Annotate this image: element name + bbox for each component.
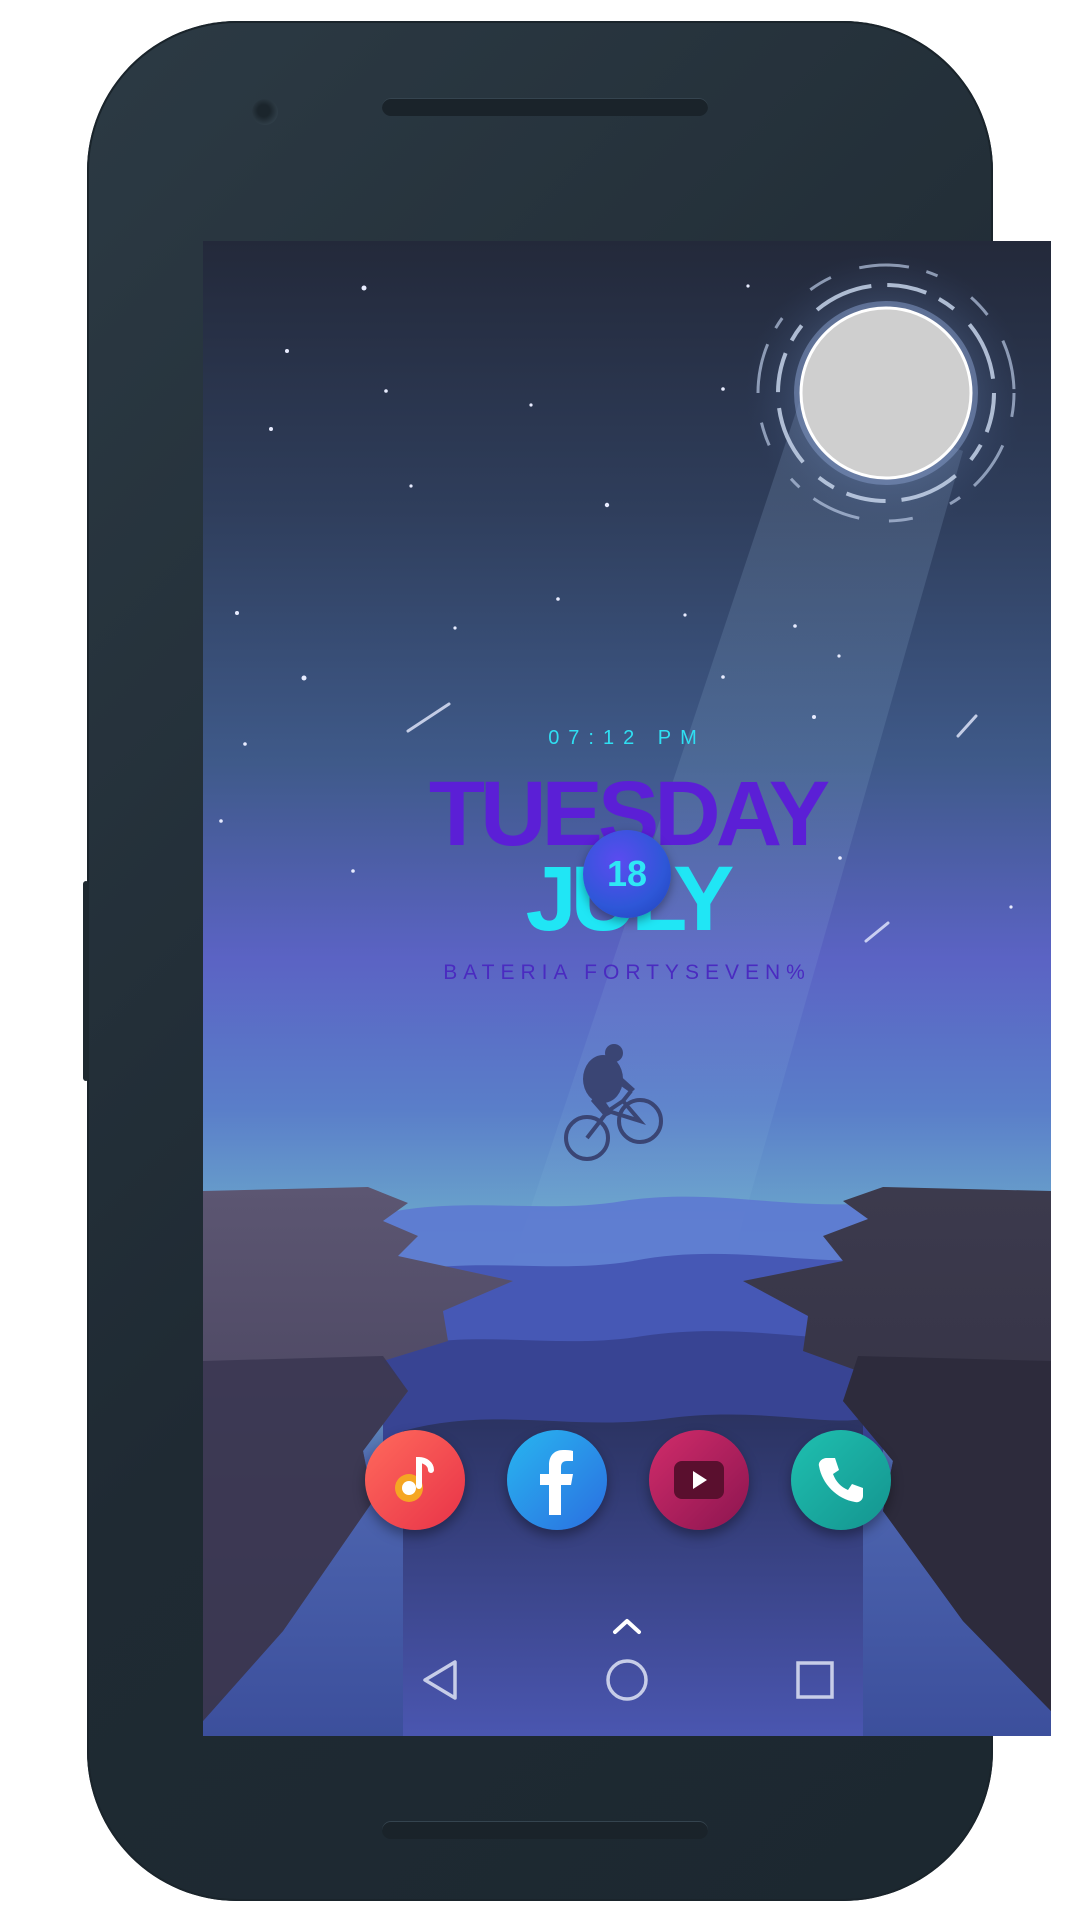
- phone-frame: 07:12 PM TUESDAY JULY 18 BATERIA FORTYSE…: [83, 21, 1051, 1901]
- wallpaper-screen: 07:12 PM TUESDAY JULY 18 BATERIA FORTYSE…: [203, 241, 1051, 1736]
- top-speaker: [382, 98, 708, 116]
- youtube-play-icon: [674, 1461, 724, 1499]
- phone-app-button[interactable]: [791, 1430, 891, 1530]
- time-label: 07:12 PM: [548, 727, 706, 749]
- side-button: [83, 881, 89, 1081]
- music-note-icon: [395, 1456, 434, 1502]
- front-camera: [252, 99, 278, 125]
- facebook-icon: [540, 1450, 573, 1515]
- date-badge: 18: [583, 830, 671, 918]
- battery-label: BATERIA FORTYSEVEN%: [443, 961, 811, 984]
- facebook-app-button[interactable]: [507, 1430, 607, 1530]
- back-icon[interactable]: [419, 1658, 463, 1702]
- bottom-speaker: [382, 1821, 708, 1839]
- youtube-app-button[interactable]: [649, 1430, 749, 1530]
- phone-icon: [818, 1458, 863, 1503]
- wallpaper-illustration: [203, 253, 1051, 1736]
- recents-icon[interactable]: [795, 1660, 835, 1700]
- music-app-button[interactable]: [365, 1430, 465, 1530]
- app-drawer-chevron-icon[interactable]: [610, 1616, 644, 1636]
- home-icon[interactable]: [605, 1658, 649, 1702]
